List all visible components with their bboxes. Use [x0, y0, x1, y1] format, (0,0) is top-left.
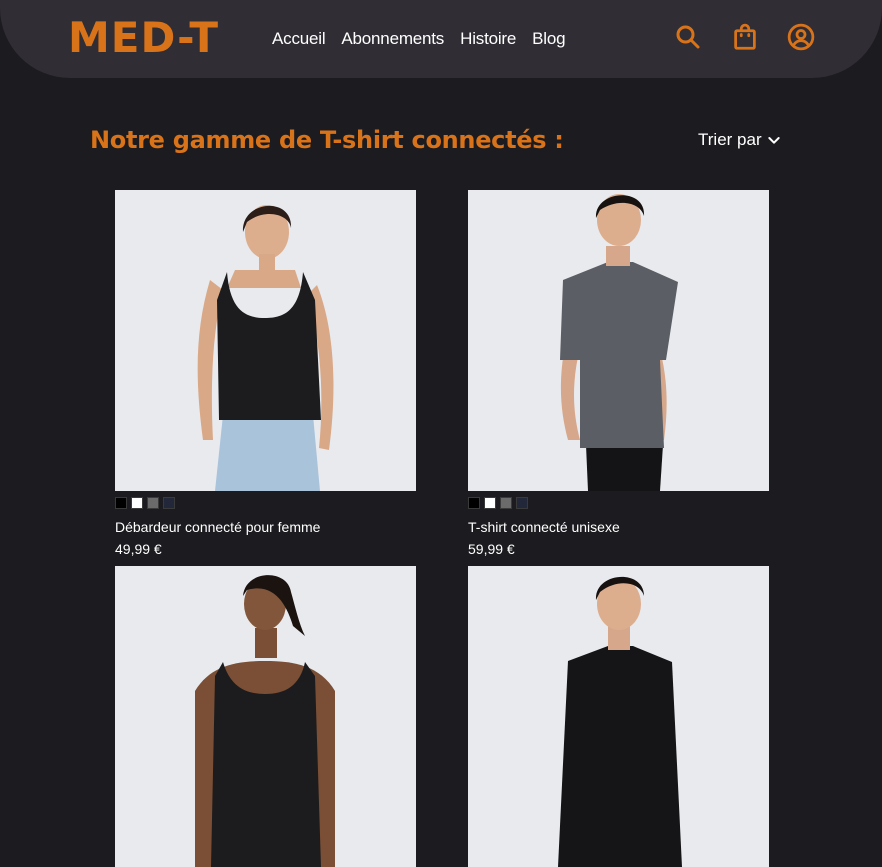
- swatch-white[interactable]: [484, 497, 496, 509]
- user-account-icon[interactable]: [786, 22, 816, 52]
- product-image[interactable]: [115, 566, 416, 867]
- main-nav: Accueil Abonnements Histoire Blog: [272, 27, 566, 51]
- nav-link-histoire[interactable]: Histoire: [460, 27, 516, 51]
- product-card[interactable]: [468, 566, 769, 867]
- product-name[interactable]: T-shirt connecté unisexe: [468, 518, 769, 536]
- product-card[interactable]: T-shirt connecté unisexe 59,99 €: [468, 190, 769, 558]
- product-card[interactable]: [115, 566, 416, 867]
- shopping-bag-icon[interactable]: [730, 22, 760, 52]
- nav-link-blog[interactable]: Blog: [532, 27, 565, 51]
- search-icon[interactable]: [673, 22, 703, 52]
- sort-label: Trier par: [698, 130, 762, 149]
- swatch-navy[interactable]: [163, 497, 175, 509]
- nav-link-accueil[interactable]: Accueil: [272, 27, 326, 51]
- product-price: 49,99 €: [115, 541, 162, 557]
- swatch-grey[interactable]: [147, 497, 159, 509]
- chevron-down-icon: [767, 137, 780, 144]
- product-image[interactable]: [468, 190, 769, 491]
- swatch-navy[interactable]: [516, 497, 528, 509]
- brand-logo[interactable]: MED-T: [68, 12, 219, 64]
- swatch-black[interactable]: [115, 497, 127, 509]
- color-swatches: [468, 497, 769, 510]
- nav-link-abonnements[interactable]: Abonnements: [341, 27, 444, 51]
- color-swatches: [115, 497, 416, 510]
- product-image[interactable]: [115, 190, 416, 491]
- site-header: MED-T Accueil Abonnements Histoire Blog: [0, 0, 882, 78]
- product-image[interactable]: [468, 566, 769, 867]
- product-card[interactable]: Débardeur connecté pour femme 49,99 €: [115, 190, 416, 558]
- product-price: 59,99 €: [468, 541, 515, 557]
- catalog-title: Notre gamme de T-shirt connectés :: [90, 126, 564, 154]
- swatch-grey[interactable]: [500, 497, 512, 509]
- swatch-white[interactable]: [131, 497, 143, 509]
- product-name[interactable]: Débardeur connecté pour femme: [115, 518, 416, 536]
- sort-dropdown[interactable]: Trier par: [698, 128, 782, 152]
- swatch-black[interactable]: [468, 497, 480, 509]
